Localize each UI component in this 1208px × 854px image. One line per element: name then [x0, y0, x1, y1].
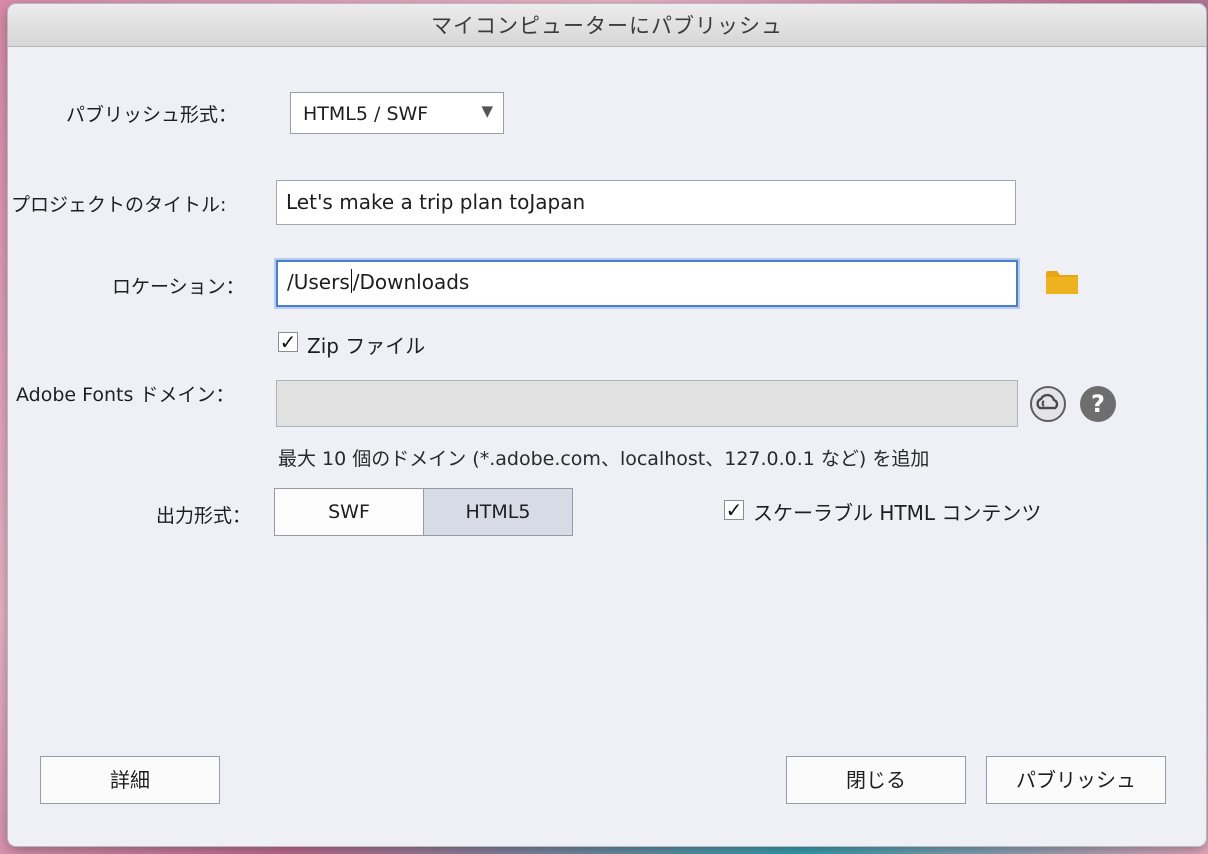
creative-cloud-icon[interactable] — [1030, 386, 1066, 422]
location-label: ロケーション： — [112, 276, 245, 298]
text-cursor — [350, 269, 352, 293]
adobe-fonts-note: 最大 10 個のドメイン (*.adobe.com、localhost、127.… — [278, 448, 930, 470]
adobe-fonts-label: Adobe Fonts ドメイン： — [16, 384, 235, 406]
details-button[interactable]: 詳細 — [40, 756, 220, 804]
adobe-fonts-domain-input — [276, 380, 1018, 427]
publish-button[interactable]: パブリッシュ — [986, 756, 1166, 804]
output-format-html5-button[interactable]: HTML5 — [423, 488, 573, 536]
scalable-html-checkbox[interactable]: ✓ — [724, 500, 744, 520]
project-title-label: プロジェクトのタイトル: — [11, 194, 227, 216]
output-format-label: 出力形式： — [156, 505, 252, 527]
location-value-after: /Downloads — [352, 270, 470, 294]
publish-format-label: パブリッシュ形式： — [66, 104, 238, 126]
output-format-swf-button[interactable]: SWF — [274, 488, 424, 536]
close-button[interactable]: 閉じる — [786, 756, 966, 804]
folder-icon[interactable] — [1045, 268, 1079, 296]
zip-label: Zip ファイル — [307, 334, 426, 358]
location-input[interactable]: /Users/Downloads — [276, 260, 1018, 307]
scalable-html-label: スケーラブル HTML コンテンツ — [753, 501, 1042, 525]
help-icon[interactable]: ? — [1080, 386, 1116, 422]
publish-format-select[interactable]: HTML5 / SWF ▼ — [290, 92, 504, 134]
project-title-input[interactable]: Let's make a trip plan toJapan — [276, 180, 1016, 225]
location-value-before: /Users — [287, 270, 350, 294]
zip-checkbox[interactable]: ✓ — [278, 332, 298, 352]
publish-format-value: HTML5 / SWF — [303, 103, 429, 125]
window-title: マイコンピューターにパブリッシュ — [8, 4, 1206, 47]
chevron-down-icon: ▼ — [481, 102, 493, 120]
publish-dialog: マイコンピューターにパブリッシュ パブリッシュ形式： HTML5 / SWF ▼… — [8, 4, 1206, 846]
